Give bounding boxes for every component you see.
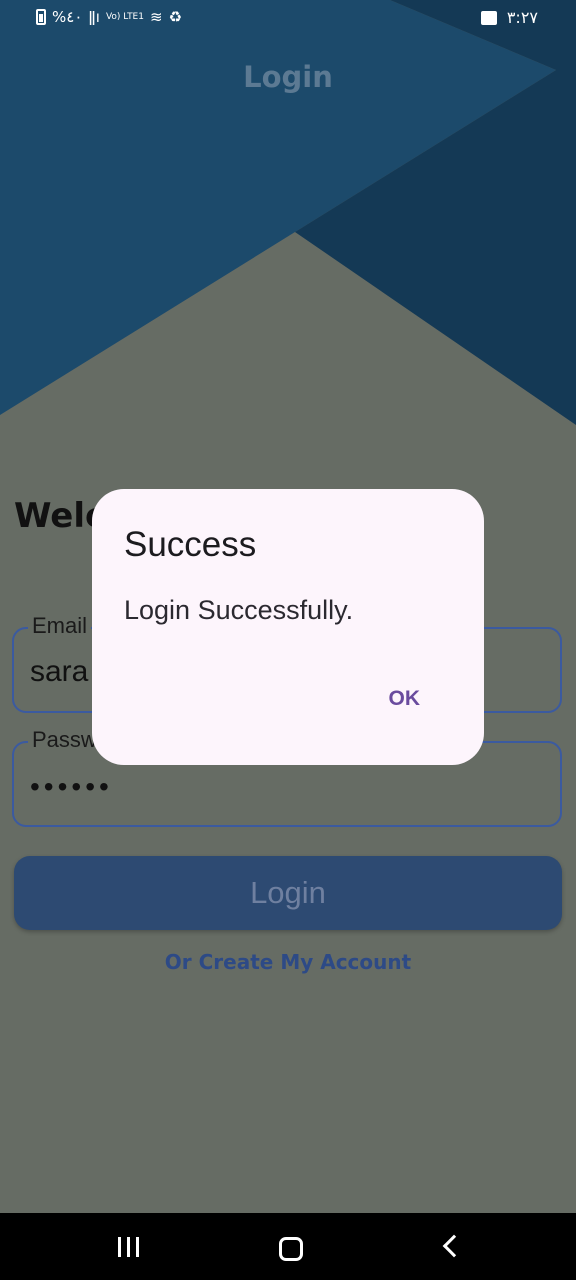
email-label: Email [28, 613, 92, 639]
back-icon[interactable] [442, 1234, 466, 1258]
email-value[interactable]: sara [30, 655, 88, 689]
battery-percent: %٤٠ [52, 8, 83, 26]
navigation-bar [0, 1213, 576, 1280]
login-button[interactable]: Login [14, 856, 562, 930]
status-left: %٤٠ ǁı Vo) LTE1 ≋ ♻ [36, 8, 182, 26]
wifi-icon: ≋ [149, 8, 163, 26]
recent-apps-icon[interactable] [118, 1237, 139, 1257]
password-label: Passw [28, 727, 101, 753]
recycle-icon: ♻ [168, 8, 183, 26]
status-right: ٣:٢٧ [480, 8, 538, 27]
home-icon[interactable] [279, 1237, 303, 1261]
network-label: Vo) LTE1 [105, 12, 144, 22]
create-account-link[interactable]: Or Create My Account [0, 950, 576, 974]
ok-button[interactable]: OK [381, 683, 429, 715]
dialog-title: Success [124, 525, 257, 564]
signal-icon: ǁı [88, 8, 100, 26]
gallery-icon [480, 10, 497, 25]
status-time: ٣:٢٧ [506, 8, 538, 27]
dialog-message: Login Successfully. [124, 595, 354, 625]
page-title: Login [243, 60, 333, 94]
password-value[interactable]: •••••• [30, 771, 113, 803]
success-dialog: Success Login Successfully. OK [92, 489, 484, 765]
battery-icon [36, 9, 46, 25]
status-bar: %٤٠ ǁı Vo) LTE1 ≋ ♻ ٣:٢٧ [0, 0, 576, 40]
